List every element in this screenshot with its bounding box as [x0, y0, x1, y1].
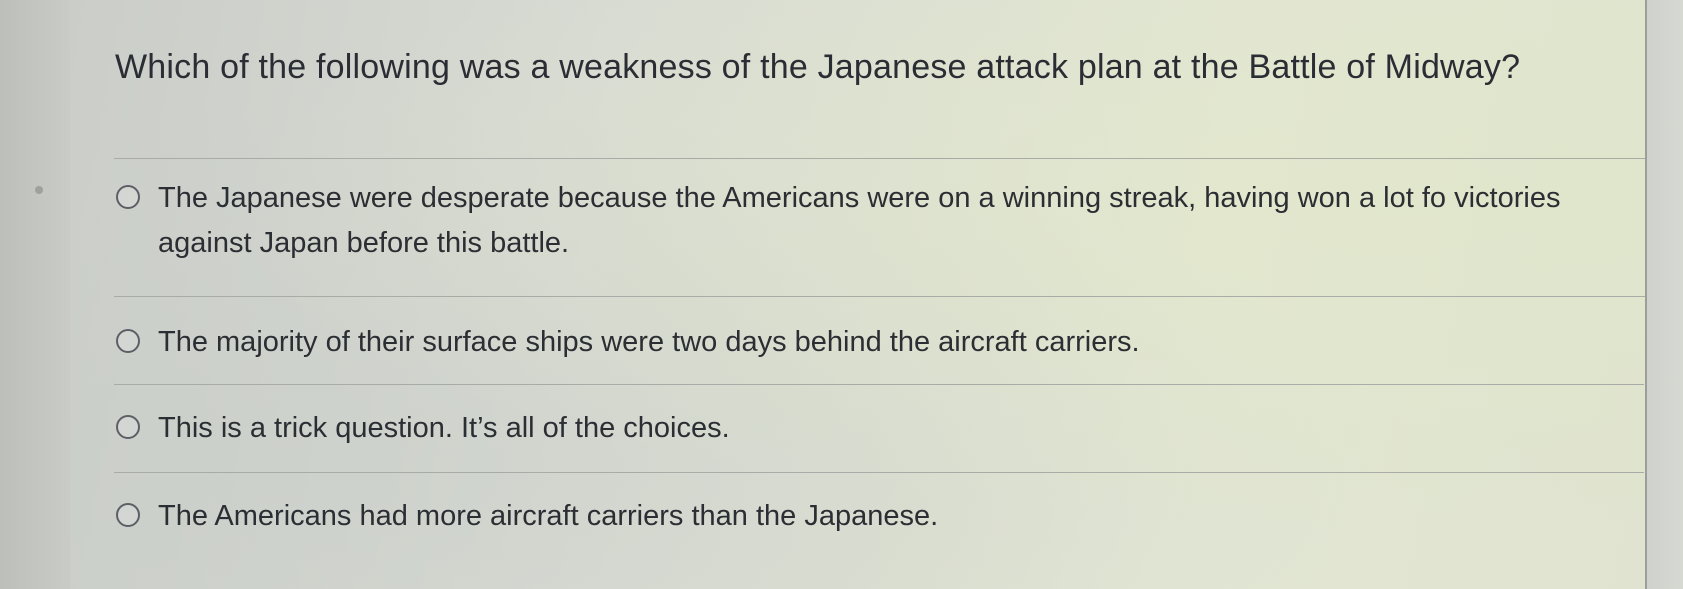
question-text: Which of the following was a weakness of… — [115, 48, 1521, 86]
radio-button[interactable] — [116, 415, 140, 439]
answer-option-4[interactable]: The Americans had more aircraft carriers… — [116, 494, 1578, 539]
divider — [114, 472, 1644, 473]
answer-label: The majority of their surface ships were… — [158, 326, 1140, 358]
right-screen-edge — [1645, 0, 1683, 589]
radio-button[interactable] — [116, 329, 140, 353]
answer-option-3[interactable]: This is a trick question. It’s all of th… — [116, 406, 1578, 451]
left-screen-edge — [0, 0, 70, 589]
answer-label: The Japanese were desperate because the … — [158, 182, 1561, 259]
answer-option-1[interactable]: The Japanese were desperate because the … — [116, 176, 1578, 266]
photo-of-screen: Which of the following was a weakness of… — [0, 0, 1683, 589]
radio-button[interactable] — [116, 185, 140, 209]
question-card: Which of the following was a weakness of… — [72, 0, 1649, 589]
divider — [114, 158, 1649, 159]
divider — [114, 296, 1646, 297]
answer-label: The Americans had more aircraft carriers… — [158, 500, 939, 532]
divider — [114, 384, 1644, 385]
answer-label: This is a trick question. It’s all of th… — [158, 412, 730, 444]
answer-option-2[interactable]: The majority of their surface ships were… — [116, 320, 1578, 365]
edge-marker — [35, 186, 43, 194]
radio-button[interactable] — [116, 503, 140, 527]
